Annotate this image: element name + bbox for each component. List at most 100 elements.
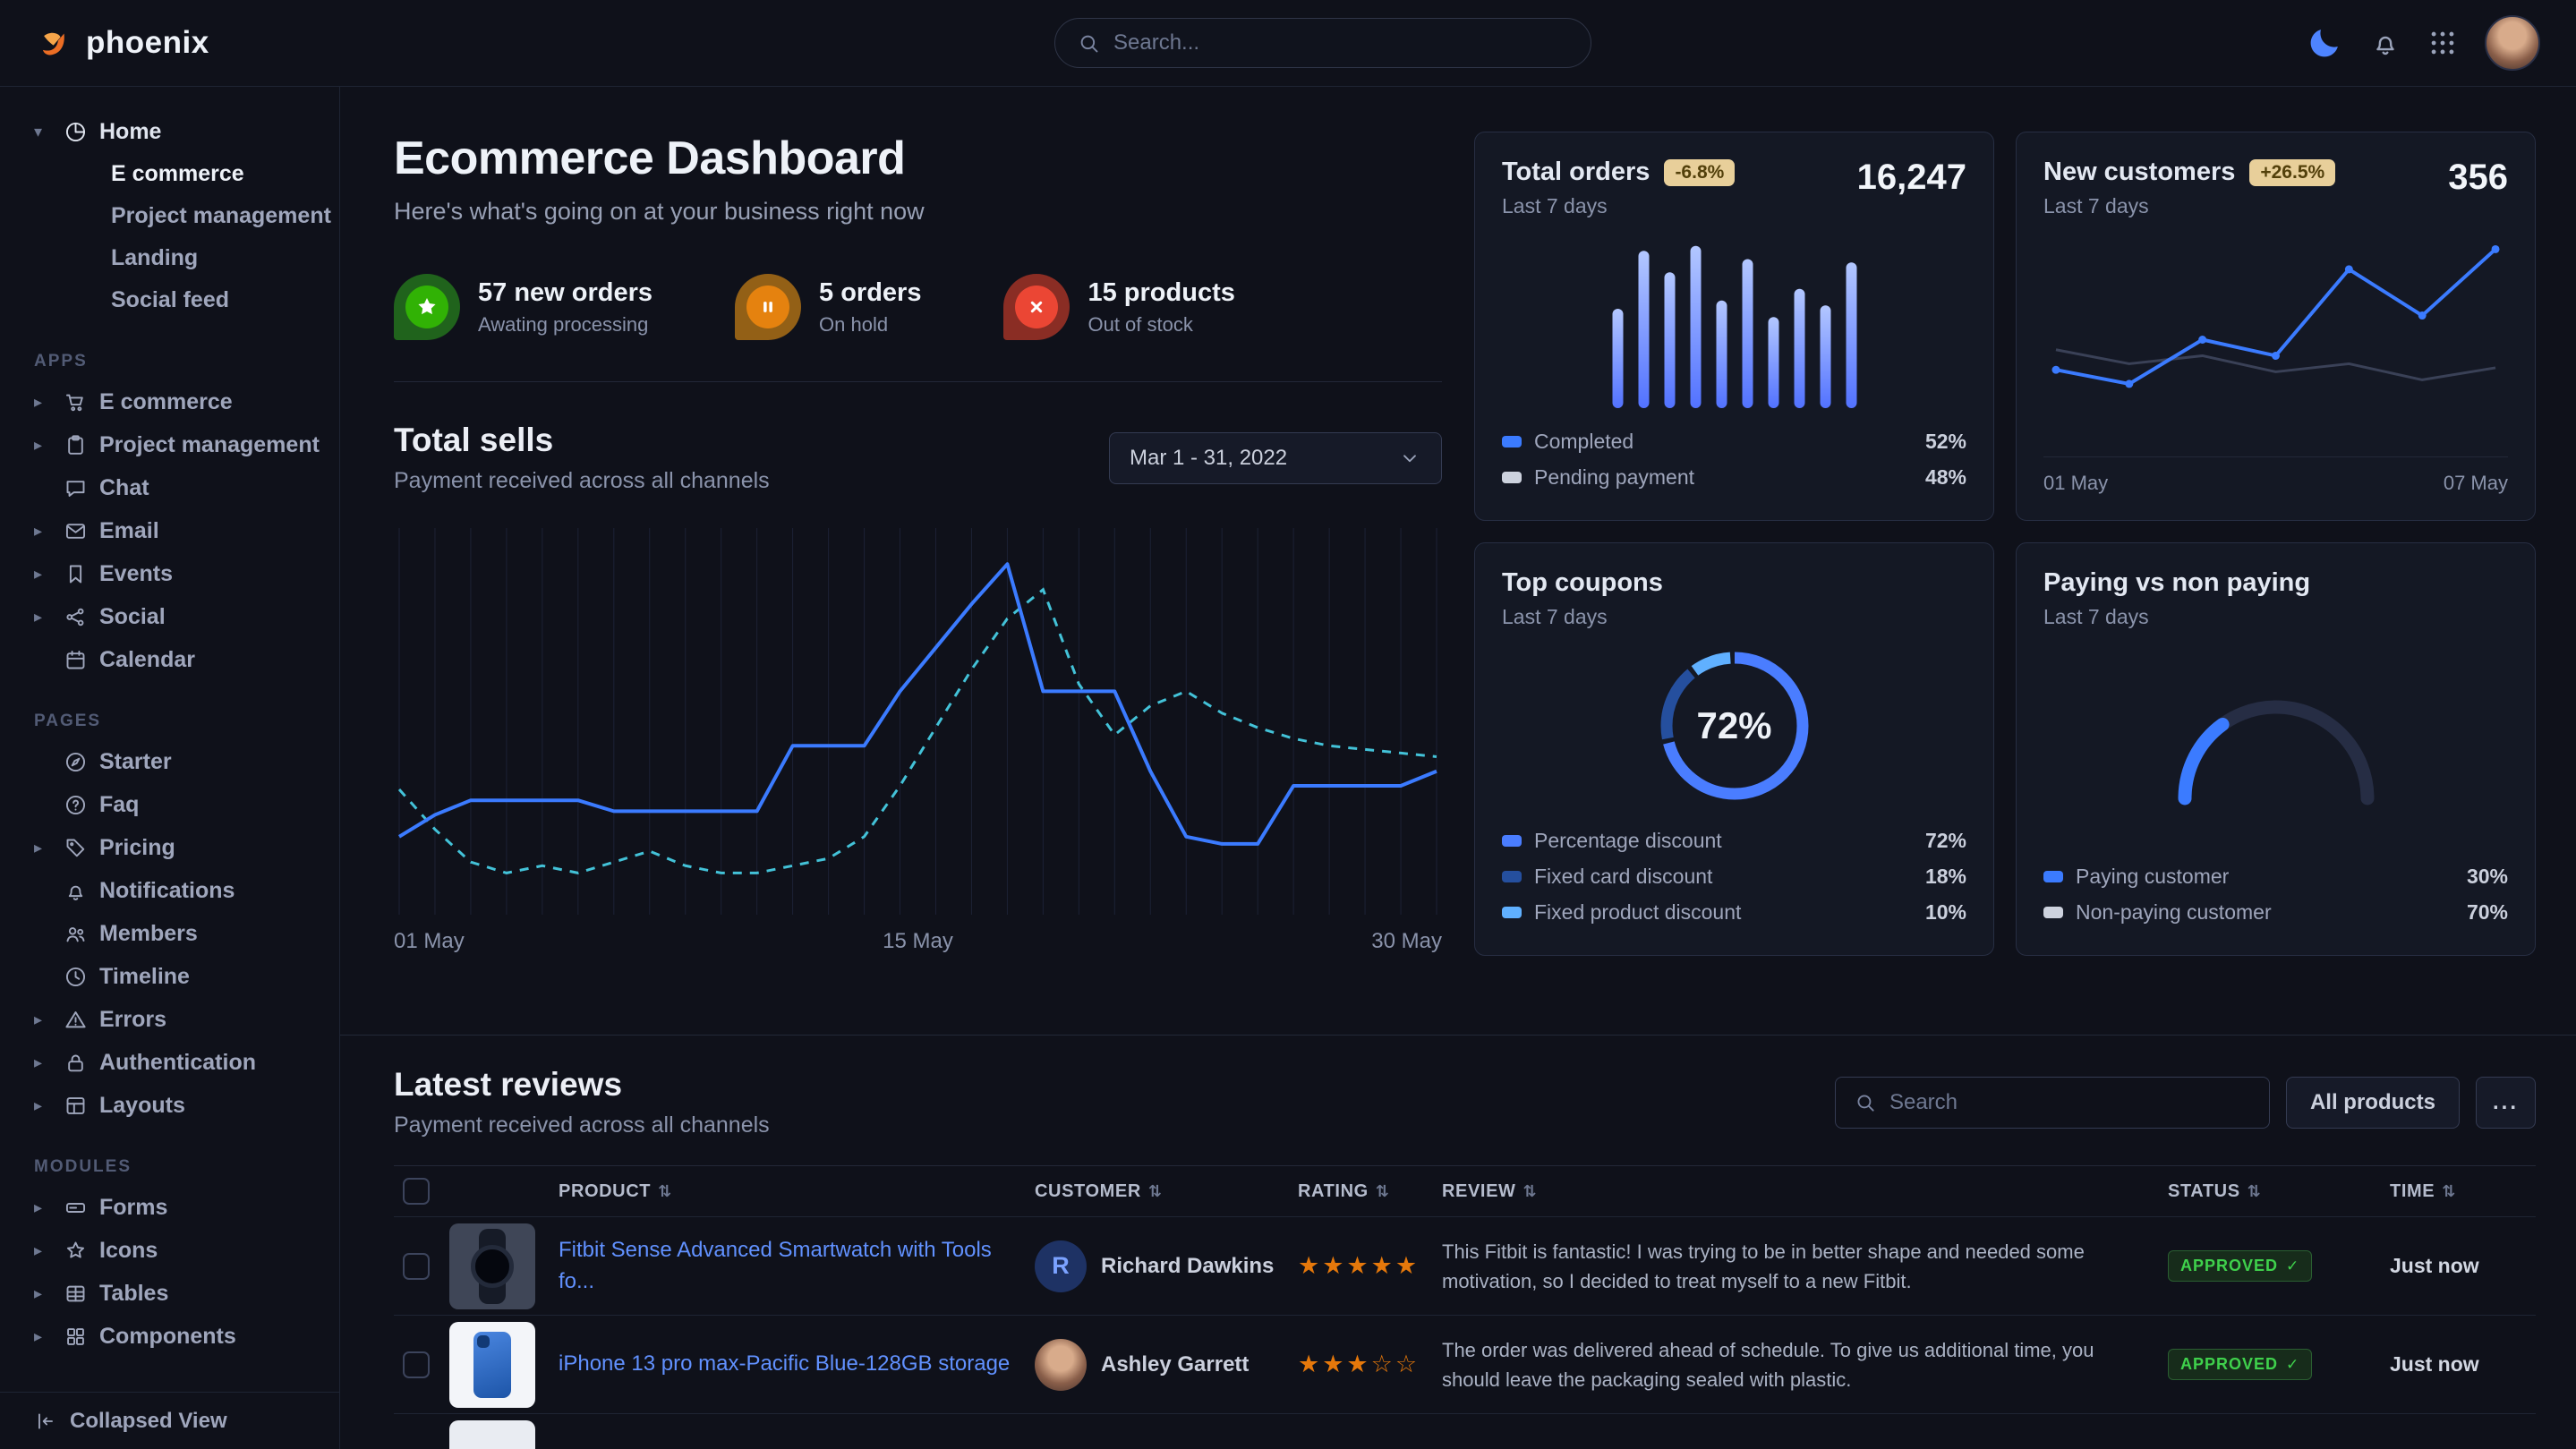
sidebar-item-errors[interactable]: ▸Errors [0,998,339,1041]
paying-vs-nonpaying-card: Paying vs non paying Last 7 days Paying … [2016,542,2536,956]
sidebar-item-tables[interactable]: ▸Tables [0,1272,339,1315]
sidebar-item-events[interactable]: ▸Events [0,552,339,595]
search-icon [1854,1091,1877,1114]
sidebar-item-authentication[interactable]: ▸Authentication [0,1041,339,1084]
legend-swatch [1502,835,1522,847]
sidebar-subitem-social-feed[interactable]: Social feed [0,279,339,321]
card-period: Last 7 days [1502,194,1735,218]
stat-caption: Awating processing [478,313,653,337]
column-header-time[interactable]: TIME⇅ [2390,1181,2536,1202]
reviews-table: PRODUCT⇅CUSTOMER⇅RATING⇅REVIEW⇅STATUS⇅TI… [394,1165,2536,1449]
row-checkbox[interactable] [403,1351,430,1378]
card-period: Last 7 days [2043,605,2508,629]
card-title: Paying vs non paying [2043,568,2310,598]
form-icon [64,1196,88,1220]
column-header-rating[interactable]: RATING⇅ [1298,1181,1442,1202]
sort-icon[interactable]: ⇅ [1376,1182,1390,1201]
sidebar-item-icons[interactable]: ▸Icons [0,1229,339,1272]
product-link[interactable]: Fitbit Sense Advanced Smartwatch with To… [559,1235,1019,1298]
trend-badge: -6.8% [1664,159,1735,186]
column-header-status[interactable]: STATUS⇅ [2168,1181,2390,1202]
sidebar-item-e-commerce[interactable]: ▸E commerce [0,380,339,423]
sidebar-item-forms[interactable]: ▸Forms [0,1186,339,1229]
product-thumbnail[interactable] [449,1223,535,1309]
legend-label: Fixed card discount [1534,865,1712,889]
customer-avatar: R [1035,1240,1087,1292]
collapse-view-toggle[interactable]: Collapsed View [0,1392,339,1449]
bell-icon [64,879,88,903]
more-options-button[interactable]: ... [2476,1077,2536,1129]
sidebar-item-chat[interactable]: Chat [0,466,339,509]
column-header-review[interactable]: REVIEW⇅ [1442,1181,2168,1202]
stat-caption: On hold [819,313,921,337]
compass-icon [64,750,88,774]
sort-icon[interactable]: ⇅ [658,1182,672,1201]
main-content: Ecommerce Dashboard Here's what's going … [340,87,2576,1449]
chart-x-axis-labels: 01 May 07 May [2043,456,2508,495]
table-row [394,1414,2536,1449]
x-label-end: 07 May [2444,472,2508,495]
notifications-button[interactable] [2370,28,2401,58]
top-navbar: phoenix [0,0,2576,87]
sort-icon[interactable]: ⇅ [2442,1182,2456,1201]
moon-icon [2306,24,2343,62]
stat-on-hold: 5 orders On hold [735,274,921,340]
sidebar-subitem-project-management[interactable]: Project management [0,195,339,237]
search-input[interactable] [1113,30,1569,55]
sidebar-item-calendar[interactable]: Calendar [0,638,339,681]
theme-toggle-button[interactable] [2306,24,2343,62]
apps-grid-button[interactable] [2427,28,2458,58]
legend-item-paying-customer: Paying customer 30% [2043,858,2508,894]
sidebar-item-faq[interactable]: Faq [0,783,339,826]
stat-awating-processing: 57 new orders Awating processing [394,274,653,340]
sidebar-item-components[interactable]: ▸Components [0,1315,339,1358]
legend-value: 10% [1925,900,1966,925]
sidebar-item-timeline[interactable]: Timeline [0,955,339,998]
card-title: Top coupons [1502,568,1663,598]
sidebar-item-starter[interactable]: Starter [0,740,339,783]
top-coupons-card: Top coupons Last 7 days 72% Percentage d… [1474,542,1994,956]
product-thumbnail[interactable] [449,1420,535,1449]
clipboard-icon [64,433,88,457]
sidebar-item-layouts[interactable]: ▸Layouts [0,1084,339,1127]
column-header-customer[interactable]: CUSTOMER⇅ [1035,1181,1298,1202]
sidebar-subitem-e-commerce[interactable]: E commerce [0,153,339,195]
legend-value: 30% [2467,865,2508,889]
select-all-checkbox[interactable] [403,1178,430,1205]
sort-icon[interactable]: ⇅ [1523,1182,1538,1201]
row-checkbox[interactable] [403,1253,430,1280]
pie-icon [64,120,88,144]
cart-icon [64,390,88,414]
pause-icon [755,294,780,320]
grid-icon [2427,28,2458,58]
legend-value: 52% [1925,430,1966,454]
date-range-select[interactable]: Mar 1 - 31, 2022 [1109,432,1442,484]
brand-logo[interactable]: phoenix [36,24,340,62]
sidebar-section-label-apps: APPS [34,352,339,371]
sidebar-item-email[interactable]: ▸Email [0,509,339,552]
column-header-product[interactable]: PRODUCT⇅ [559,1181,1035,1202]
product-thumbnail[interactable] [449,1322,535,1408]
sidebar-item-project-management[interactable]: ▸Project management [0,423,339,466]
product-link[interactable]: iPhone 13 pro max-Pacific Blue-128GB sto… [559,1349,1010,1380]
all-products-button[interactable]: All products [2286,1077,2460,1129]
paying-legend: Paying customer 30% Non-paying customer … [2043,858,2508,930]
check-icon: ✓ [2286,1356,2299,1374]
sidebar-item-home[interactable]: ▾Home [0,110,339,153]
user-avatar[interactable] [2485,15,2540,71]
legend-label: Fixed product discount [1534,900,1741,925]
sidebar-item-notifications[interactable]: Notifications [0,869,339,912]
caret-icon: ▸ [34,839,52,857]
sidebar-item-members[interactable]: Members [0,912,339,955]
sidebar-subitem-landing[interactable]: Landing [0,237,339,279]
sidebar-item-pricing[interactable]: ▸Pricing [0,826,339,869]
reviews-search-input[interactable] [1889,1090,2251,1115]
table-icon [64,1282,88,1306]
date-range-value: Mar 1 - 31, 2022 [1130,446,1287,471]
orders-legend: Completed 52% Pending payment 48% [1502,423,1966,495]
sort-icon[interactable]: ⇅ [2248,1182,2262,1201]
sidebar-item-social[interactable]: ▸Social [0,595,339,638]
sort-icon[interactable]: ⇅ [1148,1182,1163,1201]
question-icon [64,793,88,817]
caret-icon: ▸ [34,565,52,584]
